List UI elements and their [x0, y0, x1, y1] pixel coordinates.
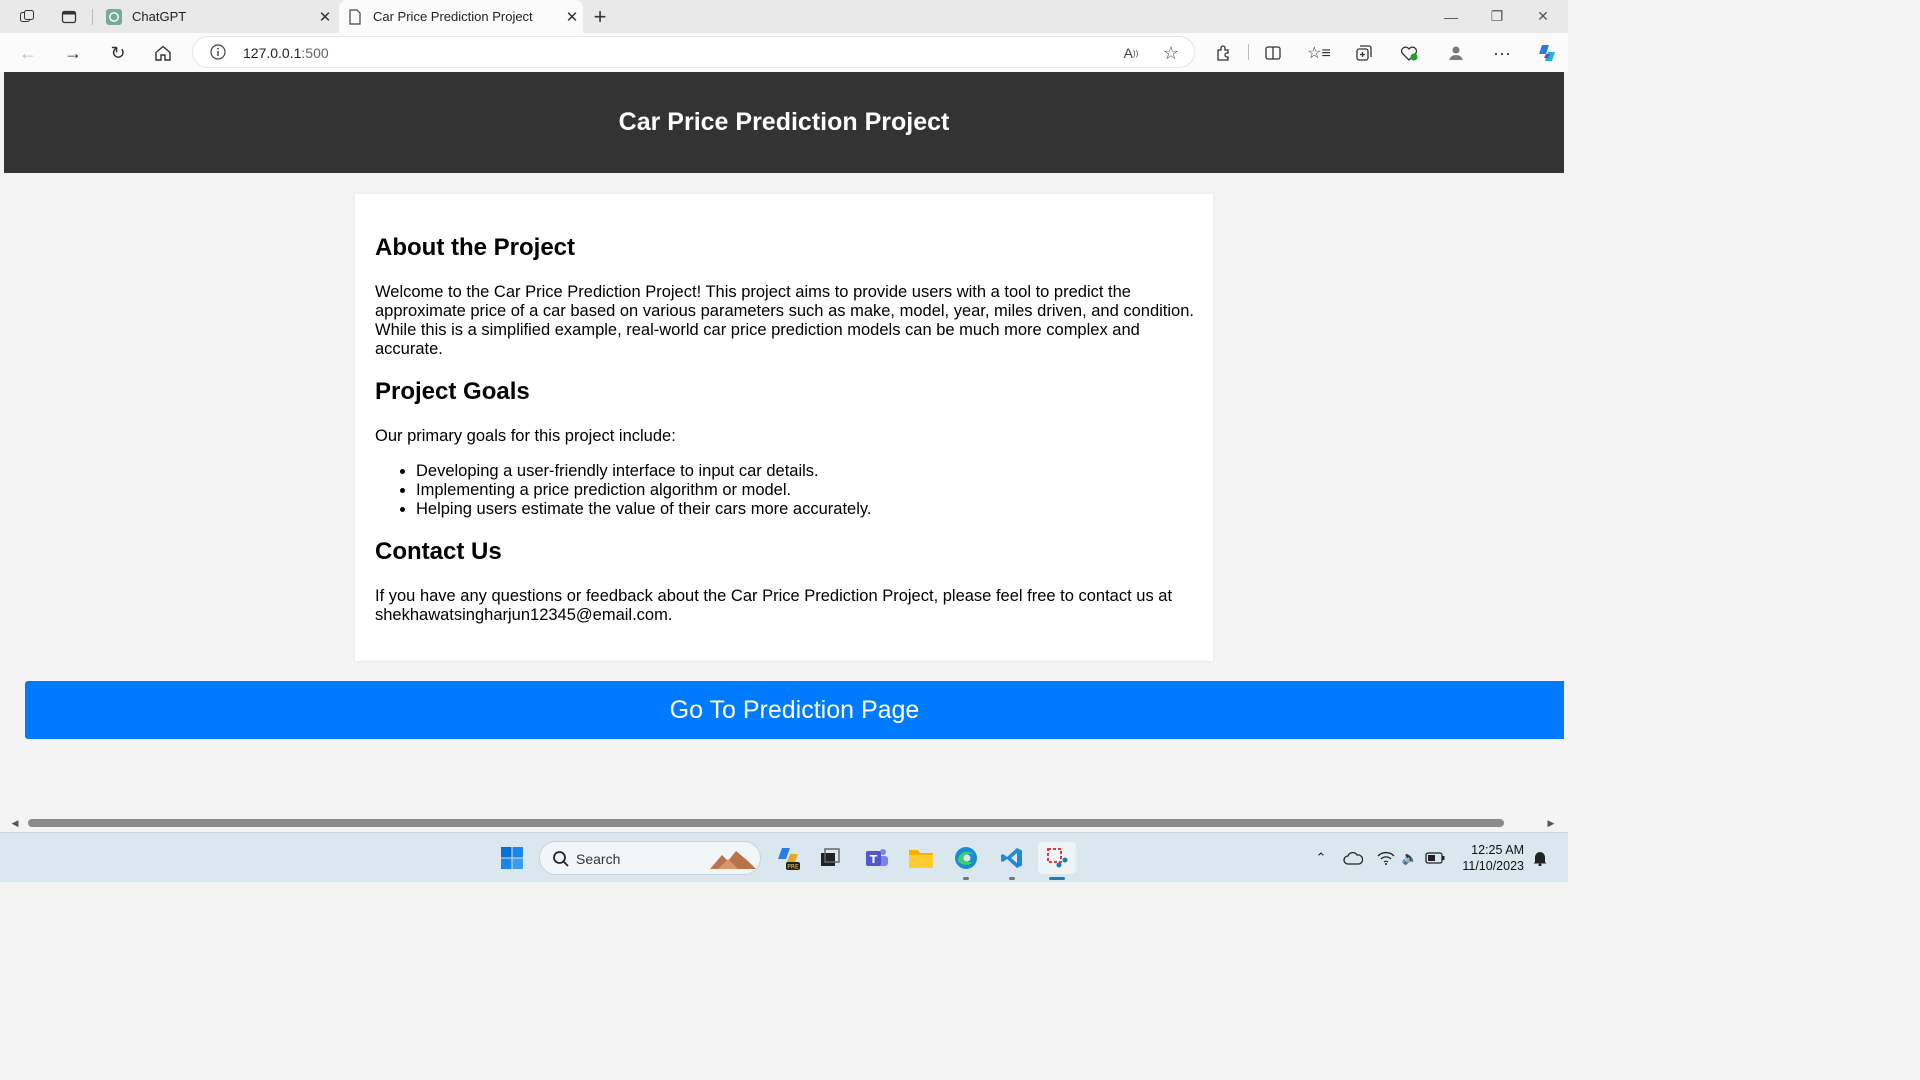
search-icon: [552, 850, 570, 873]
extensions-icon[interactable]: [1209, 38, 1239, 68]
system-clock[interactable]: 12:25 AM 11/10/2023: [1452, 842, 1524, 874]
notification-bell-icon[interactable]: [1530, 849, 1550, 867]
list-item: Implementing a price prediction algorith…: [416, 481, 871, 500]
edge-browser-icon[interactable]: [950, 842, 982, 874]
toolbar-separator: [1248, 44, 1249, 60]
info-card: About the Project Welcome to the Car Pri…: [355, 194, 1213, 661]
page-viewport: Car Price Prediction Project About the P…: [4, 72, 1564, 816]
favorite-star-icon[interactable]: ☆: [1158, 41, 1184, 65]
back-icon[interactable]: ←: [12, 37, 44, 69]
file-explorer-icon[interactable]: [905, 842, 937, 874]
vscode-running-indicator: [1009, 877, 1015, 880]
snipping-running-indicator: [1049, 877, 1065, 880]
restore-icon[interactable]: ❐: [1474, 0, 1520, 33]
url-text: 127.0.0.1:500: [243, 45, 329, 61]
goals-intro: Our primary goals for this project inclu…: [375, 427, 676, 445]
goals-list: Developing a user-friendly interface to …: [416, 462, 871, 519]
forward-icon[interactable]: →: [57, 37, 89, 69]
chatgpt-icon: [106, 8, 122, 25]
copilot-icon[interactable]: [1532, 38, 1562, 68]
scrollbar-thumb[interactable]: [28, 819, 1504, 827]
list-item: Developing a user-friendly interface to …: [416, 462, 871, 481]
refresh-icon[interactable]: ↻: [102, 37, 134, 69]
home-icon[interactable]: [147, 37, 179, 69]
clock-date: 11/10/2023: [1462, 859, 1524, 873]
goals-heading: Project Goals: [375, 378, 530, 405]
tab-label: Car Price Prediction Project: [373, 9, 533, 24]
close-tab-icon[interactable]: ✕: [561, 8, 583, 26]
tab-car-price[interactable]: Car Price Prediction Project ✕: [339, 0, 583, 33]
site-header: Car Price Prediction Project: [4, 72, 1564, 173]
search-label: Search: [576, 851, 621, 867]
about-heading: About the Project: [375, 234, 576, 261]
close-window-icon[interactable]: ✕: [1520, 0, 1566, 33]
page-icon: [347, 8, 363, 25]
clock-time: 12:25 AM: [1471, 843, 1524, 857]
scroll-left-icon[interactable]: ◀: [10, 818, 20, 829]
show-hidden-icons-icon[interactable]: ⌃: [1311, 849, 1331, 867]
site-title: Car Price Prediction Project: [618, 108, 950, 136]
windows-taskbar: Search PRE T ⌃ 🔈 12:25 AM 11/10/2023: [0, 832, 1568, 882]
workspaces-icon[interactable]: [12, 2, 42, 32]
scroll-right-icon[interactable]: ▶: [1546, 818, 1556, 829]
address-bar[interactable]: 127.0.0.1:500 A)) ☆: [192, 36, 1195, 68]
favorites-icon[interactable]: ☆≡: [1304, 38, 1334, 68]
contact-heading: Contact Us: [375, 538, 502, 565]
copilot-preview-icon[interactable]: PRE: [772, 842, 804, 874]
tab-actions-icon[interactable]: [54, 2, 84, 32]
tab-separator: [92, 9, 93, 25]
profile-avatar-icon[interactable]: [1441, 38, 1471, 68]
minimize-icon[interactable]: —: [1428, 0, 1474, 33]
collections-icon[interactable]: [1349, 38, 1379, 68]
browser-toolbar: ← → ↻ 127.0.0.1:500 A)) ☆ ☆≡ ···: [0, 33, 1568, 72]
tab-chatgpt[interactable]: ChatGPT ✕: [98, 0, 336, 33]
tab-label: ChatGPT: [132, 9, 187, 24]
svg-text:T: T: [870, 853, 878, 866]
go-to-prediction-button[interactable]: Go To Prediction Page: [25, 681, 1564, 739]
edge-running-indicator: [963, 877, 969, 880]
more-options-icon[interactable]: ···: [1487, 38, 1517, 68]
horizontal-scrollbar[interactable]: ◀ ▶: [4, 816, 1564, 831]
close-tab-icon[interactable]: ✕: [314, 8, 336, 26]
split-screen-icon[interactable]: [1258, 38, 1288, 68]
vscode-icon[interactable]: [996, 842, 1028, 874]
volume-icon[interactable]: 🔈: [1400, 849, 1420, 867]
wifi-icon[interactable]: [1376, 849, 1396, 867]
windows-start-icon[interactable]: [496, 842, 528, 874]
svg-text:PRE: PRE: [787, 864, 799, 871]
new-tab-icon[interactable]: +: [585, 2, 615, 32]
browser-essentials-icon[interactable]: [1394, 38, 1424, 68]
tab-bar: ChatGPT ✕ Car Price Prediction Project ✕…: [0, 0, 1568, 33]
contact-text: If you have any questions or feedback ab…: [375, 587, 1173, 624]
about-text: Welcome to the Car Price Prediction Proj…: [375, 283, 1194, 358]
snipping-tool-icon[interactable]: [1038, 842, 1076, 874]
read-aloud-icon[interactable]: A)): [1118, 41, 1144, 65]
info-icon[interactable]: [209, 43, 227, 61]
battery-icon[interactable]: [1425, 849, 1445, 867]
taskbar-search[interactable]: Search: [539, 841, 761, 875]
teams-icon[interactable]: T: [861, 842, 893, 874]
list-item: Helping users estimate the value of thei…: [416, 500, 871, 519]
onedrive-icon[interactable]: [1343, 849, 1363, 867]
search-highlight-image: [708, 847, 758, 871]
task-view-icon[interactable]: [814, 842, 846, 874]
